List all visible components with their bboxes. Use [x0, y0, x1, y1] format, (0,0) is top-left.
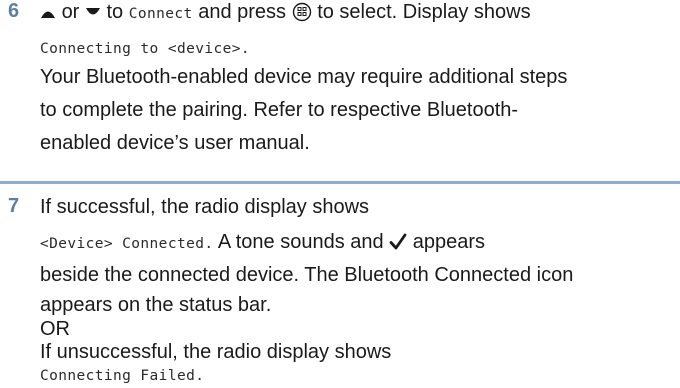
and-press-text: and press [198, 1, 287, 23]
step-7-line-2: <Device> Connected. A tone sounds and ap… [40, 230, 485, 256]
appears-text: appears [412, 231, 486, 253]
up-arrow-icon [40, 1, 56, 25]
down-arrow-icon [85, 1, 101, 25]
connect-menu-text: Connect [128, 6, 193, 22]
to-select-text: to select. Display shows [317, 1, 531, 23]
step-6-line-1: or to Connect and press to select. Displ… [40, 0, 531, 26]
menu-ok-button-icon [292, 1, 312, 25]
step-7-line-4: appears on the status bar. [40, 294, 272, 316]
or-separator-text: OR [40, 318, 70, 340]
step-7-line-3: beside the connected device. The Bluetoo… [40, 264, 574, 286]
tone-sounds-text: A tone sounds and [217, 231, 384, 253]
step-7-line-1: If successful, the radio display shows [40, 196, 370, 218]
checkmark-icon [389, 231, 407, 255]
step-number: 6 [8, 0, 20, 22]
step-7-line-6: If unsuccessful, the radio display shows [40, 341, 392, 363]
to-text: to [106, 1, 124, 23]
step-divider [0, 181, 680, 184]
or-text: or [61, 1, 80, 23]
step-6-line-4: to complete the pairing. Refer to respec… [40, 99, 519, 121]
step-6-line-5: enabled device’s user manual. [40, 132, 310, 154]
step-number: 7 [8, 195, 20, 217]
step-6-line-3: Your Bluetooth-enabled device may requir… [40, 66, 568, 88]
device-connected-text: <Device> Connected. [40, 236, 214, 252]
connecting-failed-text: Connecting Failed. [40, 368, 205, 384]
connecting-to-device-text: Connecting to <device>. [40, 41, 250, 57]
